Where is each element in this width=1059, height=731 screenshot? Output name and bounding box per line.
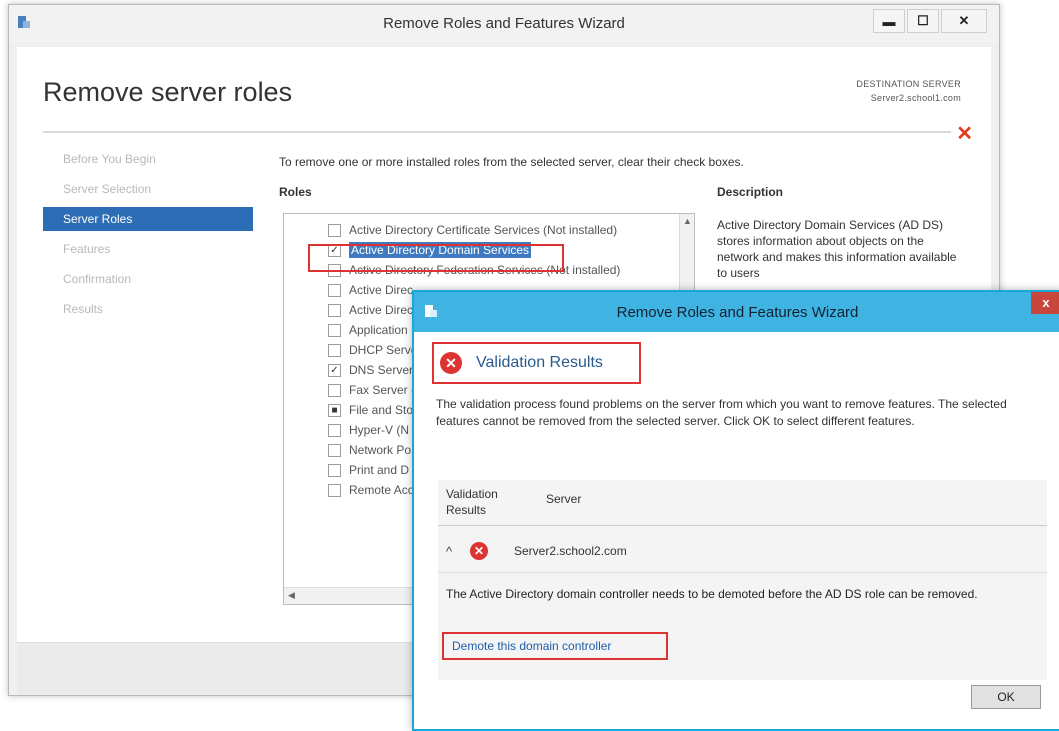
checkbox[interactable] xyxy=(328,283,341,297)
checkbox[interactable]: ✓ xyxy=(328,363,341,377)
role-label: Remote Acc xyxy=(349,483,414,497)
main-title-bar: Remove Roles and Features Wizard ▬ ☐ ✕ xyxy=(9,5,999,43)
column-header-server: Server xyxy=(546,492,582,506)
minimize-button[interactable]: ▬ xyxy=(873,9,905,33)
validation-message: The validation process found problems on… xyxy=(436,397,1007,428)
checkbox[interactable] xyxy=(328,343,341,357)
server-name: Server2.school2.com xyxy=(514,544,627,558)
demote-link-box: Demote this domain controller xyxy=(442,632,668,660)
roles-heading: Roles xyxy=(279,185,312,199)
role-label: DHCP Serve xyxy=(349,343,418,357)
role-label: Active Direc xyxy=(349,303,414,317)
description-heading: Description xyxy=(717,185,784,199)
error-indicator-icon[interactable]: ✕ xyxy=(956,121,973,146)
destination-server-name: Server2.school1.com xyxy=(870,93,961,103)
dialog-title: Remove Roles and Features Wizard xyxy=(616,304,859,321)
destination-label: DESTINATION SERVER xyxy=(856,79,961,89)
close-button[interactable]: ✕ xyxy=(941,9,987,33)
checkbox[interactable] xyxy=(328,303,341,317)
nav-item-results[interactable]: Results xyxy=(43,297,253,321)
destination-server-info: DESTINATION SERVER Server2.school1.com xyxy=(856,77,961,105)
validation-heading-box: ✕ Validation Results xyxy=(432,342,641,384)
scroll-up-icon[interactable]: ▲ xyxy=(683,216,692,226)
role-label: DNS Server xyxy=(349,363,414,377)
window-title: Remove Roles and Features Wizard xyxy=(383,15,625,32)
description-text: Active Directory Domain Services (AD DS)… xyxy=(717,218,957,280)
nav-item-server-selection[interactable]: Server Selection xyxy=(43,177,253,201)
row-divider xyxy=(438,572,1047,573)
role-label: Hyper-V (N xyxy=(349,423,410,437)
error-icon: ✕ xyxy=(470,542,488,560)
validation-detail: The Active Directory domain controller n… xyxy=(446,587,978,601)
role-label: Print and D xyxy=(349,463,410,477)
nav-item-before-you-begin[interactable]: Before You Begin xyxy=(43,147,253,171)
role-label: Fax Server ( xyxy=(349,383,416,397)
checkbox[interactable] xyxy=(328,223,341,237)
checkbox[interactable] xyxy=(328,323,341,337)
role-item[interactable]: Active Directory Certificate Services (N… xyxy=(284,220,694,240)
checkbox[interactable] xyxy=(328,443,341,457)
checkbox[interactable] xyxy=(328,423,341,437)
dialog-close-button[interactable]: x xyxy=(1031,292,1059,314)
scroll-left-icon[interactable]: ◀ xyxy=(288,590,295,601)
nav-item-confirmation[interactable]: Confirmation xyxy=(43,267,253,291)
instruction-text: To remove one or more installed roles fr… xyxy=(279,155,744,169)
table-divider xyxy=(438,525,1047,526)
role-label: Active Directory Certificate Services (N… xyxy=(349,223,618,237)
highlight-box-ad-ds xyxy=(308,244,564,272)
error-icon: ✕ xyxy=(440,352,462,374)
wizard-nav: Before You Begin Server Selection Server… xyxy=(43,147,253,327)
dialog-title-bar: Remove Roles and Features Wizard x xyxy=(414,292,1059,332)
collapse-chevron-icon[interactable]: ^ xyxy=(446,544,470,559)
nav-item-features[interactable]: Features xyxy=(43,237,253,261)
checkbox[interactable]: ■ xyxy=(328,403,341,417)
role-label: Application xyxy=(349,323,408,337)
dialog-body: ✕ Validation Results The validation proc… xyxy=(420,332,1055,723)
validation-heading: Validation Results xyxy=(476,354,603,371)
demote-domain-controller-link[interactable]: Demote this domain controller xyxy=(452,639,611,653)
table-row[interactable]: ^ ✕ Server2.school2.com xyxy=(446,542,627,560)
nav-item-server-roles[interactable]: Server Roles xyxy=(43,207,253,231)
checkbox[interactable] xyxy=(328,463,341,477)
column-header-validation-label: Validation Results xyxy=(446,487,498,517)
validation-dialog: Remove Roles and Features Wizard x ✕ Val… xyxy=(412,290,1059,731)
validation-results-table: Validation Results Server ^ ✕ Server2.sc… xyxy=(438,480,1047,680)
checkbox[interactable] xyxy=(328,483,341,497)
role-label: Network Po xyxy=(349,443,412,457)
page-title: Remove server roles xyxy=(43,77,293,107)
column-header-validation: Validation Results xyxy=(446,486,526,518)
role-label: Active Direc xyxy=(349,283,414,297)
checkbox[interactable] xyxy=(328,383,341,397)
maximize-button[interactable]: ☐ xyxy=(907,9,939,33)
header-divider xyxy=(43,131,951,133)
role-label: File and Sto xyxy=(349,403,414,417)
ok-button[interactable]: OK xyxy=(971,685,1041,709)
